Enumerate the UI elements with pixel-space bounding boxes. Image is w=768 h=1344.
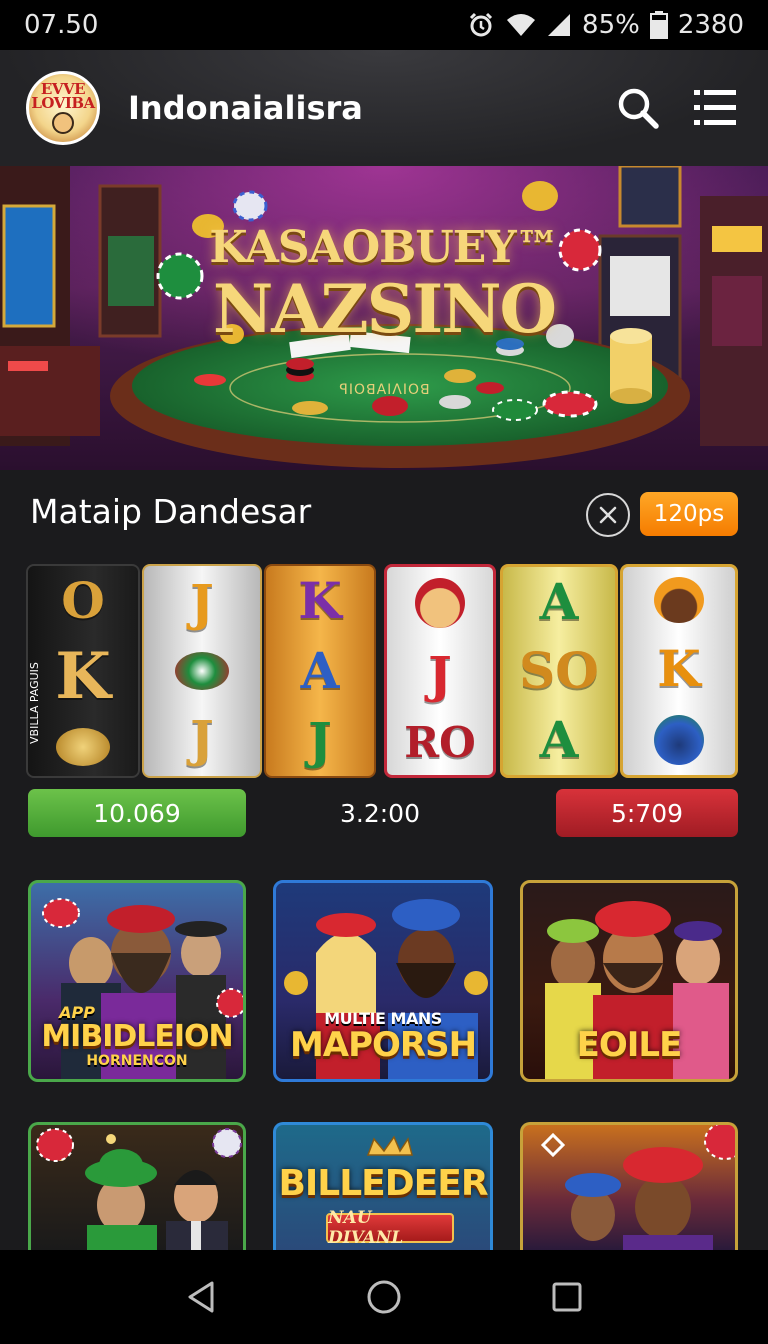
- hero-title-line2: NAZSINO: [212, 270, 557, 348]
- slot-reel: K A J: [264, 564, 376, 778]
- hero-title-line1: KASAOBUEY™: [209, 222, 559, 273]
- reel-symbol: RO: [404, 718, 476, 767]
- status-bar: 07.50 85% 2380: [0, 0, 768, 50]
- reel-symbol: A: [539, 710, 579, 770]
- close-button[interactable]: [586, 493, 630, 537]
- menu-button[interactable]: [690, 82, 742, 134]
- back-icon: [188, 1281, 214, 1313]
- slot-reel: K: [620, 564, 738, 778]
- recents-icon: [552, 1282, 582, 1312]
- count-badge[interactable]: 120ps: [640, 492, 738, 536]
- reel-symbol: J: [428, 645, 452, 704]
- reel-symbol: A: [300, 641, 340, 700]
- search-button[interactable]: [612, 82, 664, 134]
- menu-icon: [694, 90, 736, 125]
- slot-side-text: VBILLA PAGUIS: [28, 662, 41, 744]
- game-tile[interactable]: BILLEDEER NAU DIVANL: [273, 1122, 493, 1250]
- hero-table-text: ꟼIOꓭAIΛIOꓭ: [339, 382, 431, 398]
- home-icon: [367, 1280, 401, 1314]
- status-extra: 2380: [677, 10, 744, 40]
- reel-symbol: SO: [519, 640, 599, 700]
- system-nav-bar: [0, 1250, 768, 1344]
- app-title: Indonaialisra: [128, 89, 363, 127]
- slot-reel: J RO: [384, 564, 496, 778]
- tile-title: BILLEDEER: [278, 1163, 488, 1204]
- app-logo[interactable]: EVVE LOVIBA: [26, 71, 100, 145]
- status-icons: 85% 2380: [466, 10, 744, 40]
- hero-banner[interactable]: KASAOBUEY™ NAZSINO ꟼIOꓭAIΛIOꓭ: [0, 166, 768, 470]
- timer-value: 3.2:00: [340, 798, 420, 828]
- chip-icon: [56, 728, 110, 767]
- app-bar: EVVE LOVIBA Indonaialisra: [0, 50, 768, 166]
- tile-artwork: [36, 1128, 242, 1250]
- slot-machine[interactable]: O K VBILLA PAGUIS J J K A J J RO A SO A …: [26, 564, 738, 778]
- face-icon: [415, 578, 465, 628]
- slot-reel: A SO A: [500, 564, 618, 778]
- tile-title: EOILE: [576, 1025, 683, 1065]
- battery-percent: 85%: [582, 10, 640, 40]
- back-button[interactable]: [173, 1269, 229, 1325]
- home-button[interactable]: [356, 1269, 412, 1325]
- face-icon: [654, 577, 704, 624]
- reel-symbol: J: [308, 711, 332, 770]
- alarm-icon: [466, 10, 496, 40]
- logo-text-2: LOVIBA: [31, 94, 95, 112]
- status-time: 07.50: [24, 10, 99, 40]
- tile-subtitle: HORNENCON: [86, 1053, 188, 1069]
- close-icon: [599, 506, 617, 524]
- reel-symbol: K: [657, 638, 701, 698]
- reel-symbol: J: [190, 709, 214, 768]
- game-tile[interactable]: [28, 1122, 246, 1250]
- tile-title: MAPORSH: [289, 1025, 477, 1065]
- face-icon: [654, 714, 704, 765]
- tile-banner: NAU DIVANL: [326, 1208, 454, 1248]
- reel-symbol: K: [298, 571, 342, 630]
- battery-icon: [649, 11, 668, 39]
- game-tile[interactable]: EOILE: [520, 880, 738, 1082]
- section-title: Mataip Dandesar: [30, 492, 312, 531]
- reel-symbol: O: [61, 570, 105, 630]
- reel-symbol: A: [539, 571, 579, 631]
- chip-icon: [175, 652, 229, 690]
- tile-artwork: [540, 1125, 735, 1250]
- search-icon: [618, 88, 659, 129]
- reel-symbol: J: [190, 573, 214, 632]
- game-tile[interactable]: APP MIBIDLEION HORNENCON: [28, 880, 246, 1082]
- signal-icon: [546, 12, 572, 38]
- logo-face-icon: [52, 112, 74, 134]
- slot-reel: J J: [142, 564, 262, 778]
- win-value[interactable]: 10.069: [28, 789, 246, 837]
- game-tile[interactable]: [520, 1122, 738, 1250]
- wifi-icon: [506, 12, 536, 38]
- reel-symbol: K: [55, 638, 111, 714]
- tile-title: MIBIDLEION: [41, 1019, 233, 1054]
- recents-button[interactable]: [539, 1269, 595, 1325]
- loss-value[interactable]: 5:709: [556, 789, 738, 837]
- game-tile[interactable]: MULTIE MANS MAPORSH: [273, 880, 493, 1082]
